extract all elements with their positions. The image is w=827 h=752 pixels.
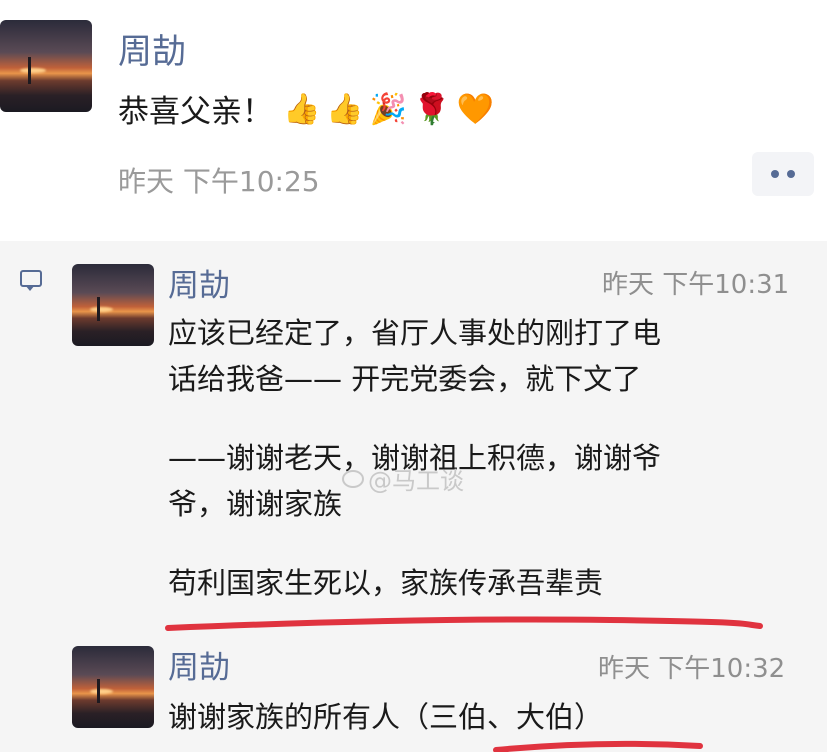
comment-text-line: 爷，谢谢家族 — [168, 487, 343, 521]
comment-time: 昨天 下午10:32 — [598, 654, 786, 684]
more-options-button[interactable] — [752, 152, 814, 196]
comment-text-line: 话给我爸—— 开完党委会，就下文了 — [168, 362, 642, 396]
comment-avatar[interactable] — [72, 646, 154, 728]
post-timestamp: 昨天 下午10:25 — [118, 165, 320, 198]
comment-icon — [20, 270, 42, 291]
more-dot-icon — [771, 170, 779, 178]
party-popper-icon: 🎉 — [369, 91, 408, 127]
comment-avatar[interactable] — [72, 264, 154, 346]
orange-heart-icon: 🧡 — [456, 91, 494, 127]
comment-author-name[interactable]: 周劼 — [168, 260, 230, 305]
post-author-avatar[interactable] — [0, 20, 92, 112]
comment-text-line: 谢谢家族的所有人（三伯、大伯） — [168, 700, 604, 734]
weibo-icon — [342, 469, 364, 488]
more-dot-icon — [787, 170, 795, 178]
post-author-name[interactable]: 周劼 — [118, 24, 186, 73]
comment-time: 昨天 下午10:31 — [602, 270, 790, 300]
post-text-line: 恭喜父亲！ 👍 👍 🎉 🌹 🧡 — [118, 86, 500, 131]
comment-author-name[interactable]: 周劼 — [168, 642, 230, 687]
thumbs-up-icon: 👍 — [283, 91, 321, 127]
emoji-row: 👍 👍 🎉 🌹 🧡 — [283, 91, 500, 127]
red-underline-annotation — [165, 616, 763, 631]
post-text: 恭喜父亲！ — [118, 94, 273, 130]
watermark: @马工谈 — [342, 461, 464, 496]
comment-text-line: 应该已经定了，省厅人事处的刚打了电 — [168, 316, 662, 350]
comment-text-line: 苟利国家生死以，家族传承吾辈责 — [168, 566, 604, 600]
thumbs-up-icon: 👍 — [326, 91, 364, 127]
watermark-text: @马工谈 — [368, 467, 464, 495]
red-underline-annotation — [493, 740, 703, 752]
rose-icon: 🌹 — [413, 91, 451, 127]
